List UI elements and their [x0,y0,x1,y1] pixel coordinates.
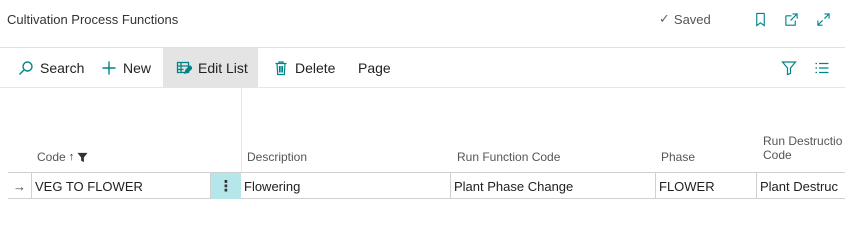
column-header-run-destruction-code[interactable]: Run Destructio Code [763,134,842,162]
column-header-phase[interactable]: Phase [661,150,695,164]
search-icon [19,60,33,75]
row-actions-menu-icon[interactable]: ⋮ [211,173,241,199]
delete-button[interactable]: Delete [265,48,343,87]
trash-icon [275,60,287,75]
edit-list-button[interactable]: Edit List [163,48,258,87]
page-title: Cultivation Process Functions [7,12,179,27]
page-menu-button[interactable]: Page [350,48,399,87]
cell-phase[interactable]: FLOWER [656,173,757,199]
edit-list-icon [176,61,192,74]
column-header-run-destruction-line2: Code [763,148,792,162]
edit-list-label: Edit List [198,59,248,76]
sort-ascending-icon: ↑ [68,151,75,163]
row-indicator-arrow-icon: → [8,173,32,199]
list-view-icon[interactable] [812,58,832,78]
filter-icon[interactable] [779,58,799,78]
filter-icon [77,152,88,162]
cell-run-function-code[interactable]: Plant Phase Change [451,173,656,199]
column-header-run-destruction-line1: Run Destructio [763,134,843,148]
save-status: ✓ Saved [659,11,711,27]
action-bar: Search New Edit List Delete Page [0,48,845,87]
search-button[interactable]: Search [10,48,92,87]
search-label: Search [40,59,85,76]
expand-icon[interactable] [813,9,833,29]
open-new-window-icon[interactable] [781,9,801,29]
new-label: New [123,59,152,76]
page-label: Page [358,59,391,76]
cell-description[interactable]: Flowering [241,173,451,199]
cell-run-destruction-code[interactable]: Plant Destruc [757,173,845,199]
divider [0,87,845,88]
new-button[interactable]: New [93,48,159,87]
cell-code[interactable]: VEG TO FLOWER [32,173,211,199]
column-header-code-label: Code [37,150,66,164]
checkmark-icon: ✓ [659,11,670,26]
title-bar: Cultivation Process Functions ✓ Saved [0,0,845,40]
table-row[interactable]: → VEG TO FLOWER ⋮ Flowering Plant Phase … [8,173,845,199]
column-header-description[interactable]: Description [247,150,307,164]
delete-label: Delete [295,59,336,76]
column-header-run-function-code[interactable]: Run Function Code [457,150,560,164]
save-status-label: Saved [673,11,711,27]
frozen-column-separator [241,88,242,172]
plus-icon [102,61,116,74]
column-header-code[interactable]: Code ↑ [37,150,88,164]
bookmark-icon[interactable] [750,9,770,29]
